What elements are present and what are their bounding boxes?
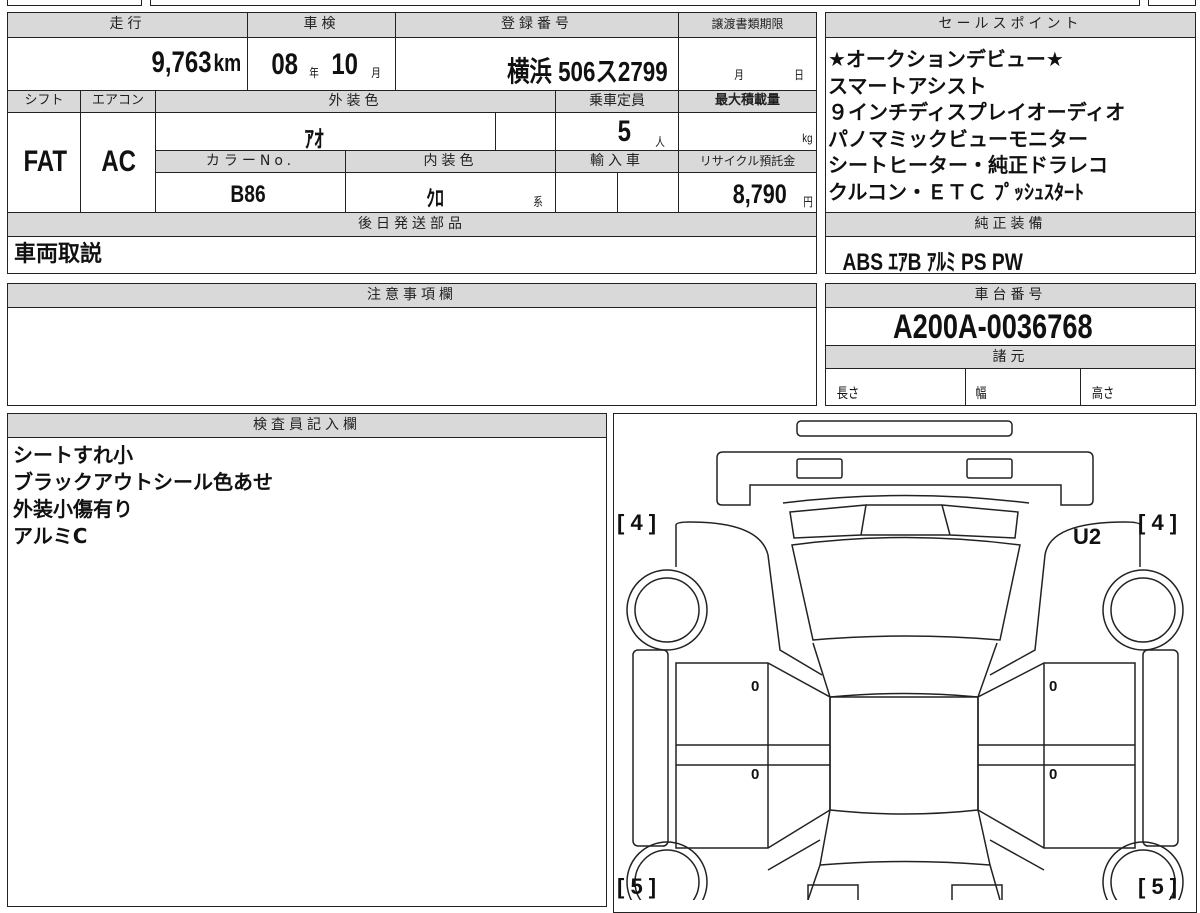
rear-right-grade: [ 5 ] <box>1138 874 1178 899</box>
damage-mark-u2: U2 <box>1073 524 1102 549</box>
door-mark: 0 <box>1049 766 1058 783</box>
front-fenders <box>675 521 1141 676</box>
door-mark: 0 <box>1049 678 1058 695</box>
hood-edge <box>782 494 1030 504</box>
door-mark: 0 <box>751 766 760 783</box>
windshield <box>791 536 1021 641</box>
front-light-left <box>796 458 843 479</box>
front-panel <box>716 451 1094 506</box>
headlights-grille <box>789 504 1019 539</box>
rear-lights <box>807 884 1003 900</box>
car-diagram <box>626 420 1184 900</box>
roof <box>829 696 979 815</box>
left-side-step <box>632 649 669 847</box>
front-left-grade: [ 4 ] <box>617 510 657 535</box>
door-mark: 0 <box>751 678 760 695</box>
front-bumper <box>796 420 1013 437</box>
front-light-right <box>966 458 1013 479</box>
front-right-grade: [ 4 ] <box>1138 510 1178 535</box>
front-pillars <box>812 642 998 698</box>
rear-left-grade: [ 5 ] <box>617 874 657 899</box>
right-side-step <box>1142 649 1179 847</box>
